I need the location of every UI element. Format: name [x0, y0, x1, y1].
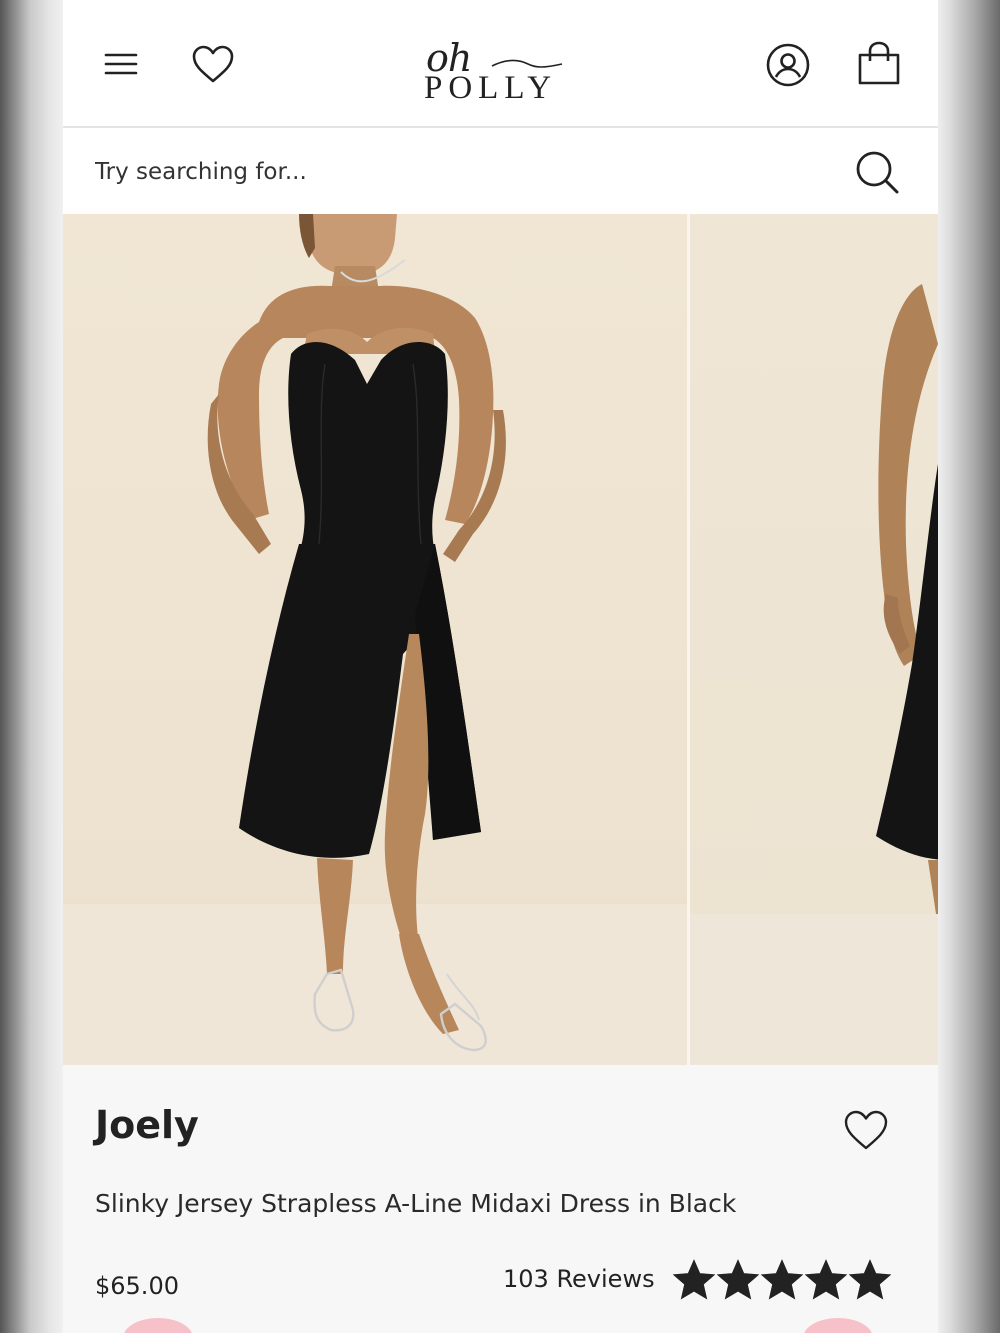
- product-image-gallery[interactable]: [63, 214, 938, 1065]
- star-icon: [849, 1259, 891, 1300]
- star-icon: [761, 1259, 803, 1300]
- site-header: oh POLLY: [63, 0, 938, 128]
- star-icon: [717, 1259, 759, 1300]
- search-button[interactable]: [853, 148, 901, 196]
- search-icon: [856, 151, 899, 194]
- product-image-front[interactable]: [63, 214, 687, 1065]
- brand-logo[interactable]: oh POLLY: [418, 20, 588, 110]
- user-circle-icon: [766, 43, 810, 87]
- product-image-side[interactable]: [690, 214, 938, 1065]
- wishlist-button[interactable]: [189, 40, 237, 88]
- product-price: $65.00: [95, 1272, 179, 1300]
- shopping-bag-icon: [858, 41, 900, 85]
- search-bar: [63, 128, 938, 214]
- model-front-image: [63, 214, 687, 1065]
- heart-outline-icon: [844, 1110, 888, 1150]
- star-icon: [673, 1259, 715, 1300]
- product-description: Slinky Jersey Strapless A-Line Midaxi Dr…: [95, 1189, 737, 1218]
- hamburger-menu-icon: [104, 53, 138, 75]
- brand-word: POLLY: [424, 70, 558, 106]
- app-frame: oh POLLY Try searching for... Joely Slin…: [63, 0, 938, 1333]
- model-side-image: [690, 284, 938, 1065]
- star-rating[interactable]: [673, 1259, 891, 1301]
- add-to-wishlist-button[interactable]: [843, 1109, 893, 1157]
- product-info: Joely Slinky Jersey Strapless A-Line Mid…: [63, 1065, 938, 1333]
- heart-outline-icon: [192, 45, 234, 83]
- search-input[interactable]: [93, 148, 837, 196]
- star-icon: [805, 1259, 847, 1300]
- account-button[interactable]: [763, 40, 813, 90]
- product-name: Joely: [95, 1103, 199, 1147]
- shopping-bag-button[interactable]: [853, 38, 905, 90]
- reviews-link[interactable]: 103 Reviews: [503, 1265, 655, 1293]
- menu-button[interactable]: [99, 42, 143, 86]
